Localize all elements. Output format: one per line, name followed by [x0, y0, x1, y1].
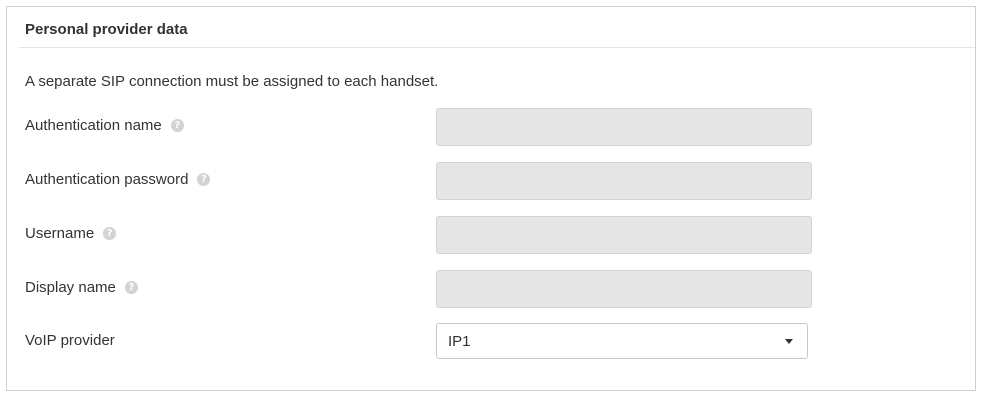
help-icon[interactable]: ? — [124, 281, 138, 294]
username-field[interactable] — [436, 216, 812, 254]
authentication-name-row: Authentication name ? — [7, 108, 975, 146]
help-icon[interactable]: ? — [197, 173, 211, 186]
display-name-label-group: Display name ? — [25, 279, 138, 296]
help-icon[interactable]: ? — [103, 227, 117, 240]
display-name-field[interactable] — [436, 270, 812, 308]
personal-provider-data-panel: Personal provider data A separate SIP co… — [6, 6, 976, 391]
authentication-name-label: Authentication name — [25, 117, 162, 134]
display-name-row: Display name ? — [7, 270, 975, 308]
intro-text: A separate SIP connection must be assign… — [25, 73, 439, 90]
voip-provider-row: VoIP provider IP1 — [7, 323, 975, 359]
voip-provider-selected-value: IP1 — [448, 333, 471, 350]
help-icon[interactable]: ? — [170, 119, 184, 132]
username-label: Username — [25, 225, 95, 242]
voip-provider-label: VoIP provider — [25, 332, 115, 349]
username-row: Username ? — [7, 216, 975, 254]
title-divider — [19, 47, 975, 48]
username-label-group: Username ? — [25, 225, 117, 242]
authentication-password-field[interactable] — [436, 162, 812, 200]
voip-provider-select[interactable]: IP1 — [436, 323, 808, 359]
caret-down-icon — [785, 339, 793, 344]
authentication-password-label-group: Authentication password ? — [25, 171, 211, 188]
authentication-name-field[interactable] — [436, 108, 812, 146]
voip-provider-label-group: VoIP provider — [25, 332, 115, 349]
authentication-password-row: Authentication password ? — [7, 162, 975, 200]
panel-title: Personal provider data — [25, 21, 188, 38]
display-name-label: Display name — [25, 279, 116, 296]
authentication-name-label-group: Authentication name ? — [25, 117, 184, 134]
authentication-password-label: Authentication password — [25, 171, 189, 188]
